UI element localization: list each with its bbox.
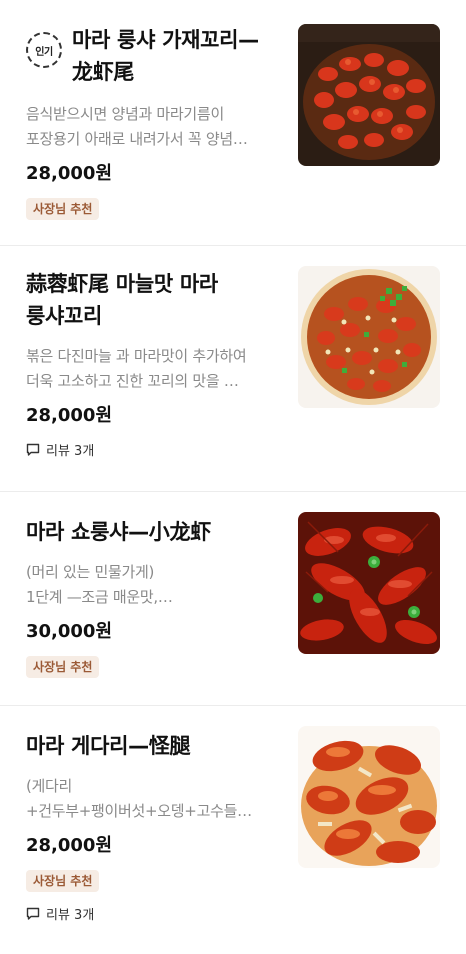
menu-item-crab-legs[interactable]: 마라 게다리—怪腿 (게다리 +건두부+팽이버섯+오뎅+고수들… 28,000원… [0, 706, 466, 954]
menu-item-price: 28,000원 [26, 405, 113, 426]
description-line: (게다리 [26, 777, 73, 795]
description-line: 더욱 고소하고 진한 꼬리의 맛을 … [26, 372, 239, 390]
review-count-label: 리뷰 3개 [46, 444, 95, 459]
menu-item-info: 蒜蓉虾尾 마늘맛 마라 룽샤꼬리 볶은 다진마늘 과 마라맛이 추가하여 더욱 … [26, 268, 284, 459]
owner-recommend-badge: 사장님 추천 [26, 198, 100, 220]
menu-item-crayfish-tail[interactable]: 인기 마라 룽샤 가재꼬리—龙虾尾 음식받으시면 양념과 마라기름이 포장용기 … [0, 0, 466, 246]
menu-item-description: (머리 있는 민물가게) 1단계 —조금 매운맛,… [26, 560, 284, 610]
menu-item-info: 마라 게다리—怪腿 (게다리 +건두부+팽이버섯+오뎅+고수들… 28,000원… [26, 730, 284, 923]
menu-item-title: 마라 게다리—怪腿 [26, 734, 191, 758]
whole-crayfish-photo[interactable] [298, 512, 440, 654]
menu-item-info: 마라 쇼룽샤—小龙虾 (머리 있는 민물가게) 1단계 —조금 매운맛,… 30… [26, 516, 284, 678]
menu-item-whole-crayfish[interactable]: 마라 쇼룽샤—小龙虾 (머리 있는 민물가게) 1단계 —조금 매운맛,… 30… [0, 492, 466, 706]
speech-bubble-icon [26, 443, 40, 456]
crab-legs-photo[interactable] [298, 726, 440, 868]
menu-item-title: 蒜蓉虾尾 마늘맛 마라 룽샤꼬리 [26, 272, 218, 328]
title-row: 인기 마라 룽샤 가재꼬리—龙虾尾 [26, 24, 284, 88]
description-line: 음식받으시면 양념과 마라기름이 [26, 105, 224, 123]
review-count[interactable]: 리뷰 3개 [26, 440, 284, 459]
menu-list: 인기 마라 룽샤 가재꼬리—龙虾尾 음식받으시면 양념과 마라기름이 포장용기 … [0, 0, 466, 954]
popular-badge: 인기 [26, 32, 62, 68]
menu-item-description: 음식받으시면 양념과 마라기름이 포장용기 아래로 내려가서 꼭 양념… [26, 102, 284, 152]
description-line: (머리 있는 민물가게) [26, 563, 155, 581]
menu-item-garlic-crayfish-tail[interactable]: 蒜蓉虾尾 마늘맛 마라 룽샤꼬리 볶은 다진마늘 과 마라맛이 추가하여 더욱 … [0, 246, 466, 492]
menu-item-description: (게다리 +건두부+팽이버섯+오뎅+고수들… [26, 774, 284, 824]
menu-item-price: 30,000원 [26, 621, 113, 642]
garlic-crayfish-photo[interactable] [298, 266, 440, 408]
crayfish-tails-photo[interactable] [298, 24, 440, 166]
description-line: 1단계 —조금 매운맛,… [26, 588, 173, 606]
review-count-label: 리뷰 3개 [46, 908, 95, 923]
description-line: +건두부+팽이버섯+오뎅+고수들… [26, 802, 252, 820]
review-count[interactable]: 리뷰 3개 [26, 904, 284, 923]
owner-recommend-badge: 사장님 추천 [26, 656, 100, 678]
description-line: 볶은 다진마늘 과 마라맛이 추가하여 [26, 347, 247, 365]
menu-item-price: 28,000원 [26, 163, 113, 184]
menu-item-title: 마라 룽샤 가재꼬리—龙虾尾 [72, 28, 259, 84]
menu-item-price: 28,000원 [26, 835, 113, 856]
menu-item-description: 볶은 다진마늘 과 마라맛이 추가하여 더욱 고소하고 진한 꼬리의 맛을 … [26, 344, 284, 394]
owner-recommend-badge: 사장님 추천 [26, 870, 100, 892]
menu-item-title: 마라 쇼룽샤—小龙虾 [26, 520, 211, 544]
speech-bubble-icon [26, 907, 40, 920]
description-line: 포장용기 아래로 내려가서 꼭 양념… [26, 130, 248, 148]
menu-item-info: 인기 마라 룽샤 가재꼬리—龙虾尾 음식받으시면 양념과 마라기름이 포장용기 … [26, 24, 284, 220]
